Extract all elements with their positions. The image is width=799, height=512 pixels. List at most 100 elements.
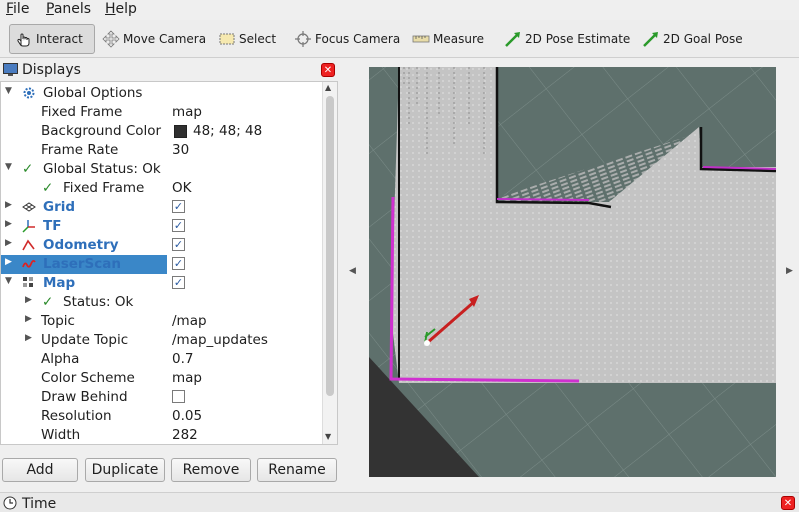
alpha-value[interactable]: 0.7 (172, 351, 193, 367)
green-arrow-icon (504, 30, 522, 48)
goal-pose-label: 2D Goal Pose (663, 32, 743, 46)
chevron-right-icon[interactable]: ▶ (5, 219, 12, 229)
odometry-label: Odometry (43, 237, 119, 253)
check-icon: ✓ (22, 161, 34, 177)
map-checkbox[interactable]: ✓ (172, 276, 185, 289)
tree-row-topic[interactable]: ▶ Topic /map (1, 312, 323, 331)
tree-row-grid[interactable]: ▶ Grid ✓ (1, 198, 323, 217)
interact-tool[interactable]: Interact (9, 24, 95, 54)
collapse-right-icon[interactable]: ▶ (786, 266, 793, 276)
tree-row-alpha[interactable]: Alpha 0.7 (1, 350, 323, 369)
goal-pose-tool[interactable]: 2D Goal Pose (637, 24, 748, 54)
select-tool[interactable]: Select (213, 24, 281, 54)
menu-file[interactable]: File (6, 1, 29, 17)
grid-checkbox[interactable]: ✓ (172, 200, 185, 213)
add-button[interactable]: Add (2, 458, 78, 482)
chevron-right-icon[interactable]: ▶ (5, 200, 12, 210)
tree-row-fixed-frame[interactable]: Fixed Frame map (1, 103, 323, 122)
duplicate-button[interactable]: Duplicate (85, 458, 165, 482)
scroll-thumb[interactable] (326, 96, 334, 396)
left-splitter[interactable]: ◀ (343, 59, 363, 491)
tree-row-status-fixed-frame[interactable]: ✓ Fixed Frame OK (1, 179, 323, 198)
displays-title: Displays (22, 62, 81, 78)
select-label: Select (239, 32, 277, 46)
color-scheme-value[interactable]: map (172, 370, 202, 386)
monitor-icon (3, 63, 18, 81)
tree-row-color-scheme[interactable]: Color Scheme map (1, 369, 323, 388)
laserscan-label: LaserScan (43, 256, 122, 272)
topic-value[interactable]: /map (172, 313, 207, 329)
close-icon[interactable]: ✕ (781, 496, 795, 510)
color-swatch[interactable] (174, 125, 187, 138)
focus-camera-tool[interactable]: Focus Camera (289, 24, 405, 54)
pose-estimate-tool[interactable]: 2D Pose Estimate (499, 24, 635, 54)
scroll-down-icon[interactable]: ▼ (325, 432, 331, 441)
displays-buttons: Add Duplicate Remove Rename (0, 458, 343, 482)
width-label: Width (41, 427, 81, 443)
update-topic-label: Update Topic (41, 332, 129, 348)
tree-row-frame-rate[interactable]: Frame Rate 30 (1, 141, 323, 160)
ruler-icon (412, 30, 430, 48)
menu-help[interactable]: Help (105, 1, 137, 17)
chevron-down-icon[interactable]: ▼ (5, 86, 12, 96)
tree-row-resolution[interactable]: Resolution 0.05 (1, 407, 323, 426)
tree-row-draw-behind[interactable]: Draw Behind (1, 388, 323, 407)
odometry-checkbox[interactable]: ✓ (172, 238, 185, 251)
right-splitter[interactable]: ▶ (778, 59, 799, 491)
chevron-right-icon[interactable]: ▶ (25, 314, 32, 324)
color-scheme-label: Color Scheme (41, 370, 135, 386)
alpha-label: Alpha (41, 351, 80, 367)
collapse-left-icon[interactable]: ◀ (349, 266, 356, 276)
tree-row-width[interactable]: Width 282 (1, 426, 323, 444)
chevron-down-icon[interactable]: ▼ (5, 162, 12, 172)
pose-estimate-label: 2D Pose Estimate (525, 32, 631, 46)
tf-checkbox[interactable]: ✓ (172, 219, 185, 232)
menu-bar: File Panels Help (0, 0, 799, 20)
draw-behind-label: Draw Behind (41, 389, 128, 405)
global-options-label: Global Options (43, 85, 143, 101)
measure-label: Measure (433, 32, 484, 46)
update-topic-value[interactable]: /map_updates (172, 332, 268, 348)
frame-rate-value[interactable]: 30 (172, 142, 189, 158)
tree-row-laserscan[interactable]: ▶ LaserScan (1, 255, 167, 274)
resolution-value[interactable]: 0.05 (172, 408, 202, 424)
rename-button[interactable]: Rename (257, 458, 337, 482)
tree-row-global-options[interactable]: ▼ Global Options (1, 84, 323, 103)
move-arrows-icon (102, 30, 120, 48)
remove-button[interactable]: Remove (171, 458, 251, 482)
tree-row-map-status[interactable]: ▶ ✓ Status: Ok (1, 293, 323, 312)
chevron-right-icon[interactable]: ▶ (5, 238, 12, 248)
crosshair-icon (294, 30, 312, 48)
chevron-right-icon[interactable]: ▶ (5, 257, 12, 267)
tree-row-global-status[interactable]: ▼ ✓ Global Status: Ok (1, 160, 323, 179)
map-status-label: Status: Ok (63, 294, 134, 310)
background-color-value[interactable]: 48; 48; 48 (193, 123, 262, 139)
close-icon[interactable]: ✕ (321, 63, 335, 77)
tree-row-update-topic[interactable]: ▶ Update Topic /map_updates (1, 331, 323, 350)
fixed-frame-value[interactable]: map (172, 104, 202, 120)
clock-icon (3, 496, 17, 512)
draw-behind-checkbox[interactable] (172, 390, 185, 403)
width-value[interactable]: 282 (172, 427, 198, 443)
chevron-right-icon[interactable]: ▶ (25, 333, 32, 343)
menu-panels[interactable]: Panels (46, 1, 91, 17)
tree-scrollbar[interactable]: ▲ ▼ (322, 82, 337, 444)
topic-label: Topic (41, 313, 75, 329)
map-render (369, 67, 776, 477)
tree-row-map[interactable]: ▼ Map ✓ (1, 274, 323, 293)
measure-tool[interactable]: Measure (407, 24, 489, 54)
tree-row-odometry[interactable]: ▶ Odometry ✓ (1, 236, 323, 255)
tree-row-tf[interactable]: ▶ TF ✓ (1, 217, 323, 236)
background-color-label: Background Color (41, 123, 162, 139)
tree-row-background-color[interactable]: Background Color 48; 48; 48 (1, 122, 323, 141)
axes-icon (22, 219, 36, 233)
gear-icon (22, 86, 36, 100)
chevron-down-icon[interactable]: ▼ (5, 276, 12, 286)
render-viewport[interactable] (369, 67, 776, 477)
move-camera-label: Move Camera (123, 32, 207, 46)
chevron-right-icon[interactable]: ▶ (25, 295, 32, 305)
laserscan-checkbox[interactable]: ✓ (172, 257, 185, 270)
move-camera-tool[interactable]: Move Camera (97, 24, 211, 54)
scroll-up-icon[interactable]: ▲ (325, 83, 331, 92)
interact-label: Interact (36, 32, 83, 46)
